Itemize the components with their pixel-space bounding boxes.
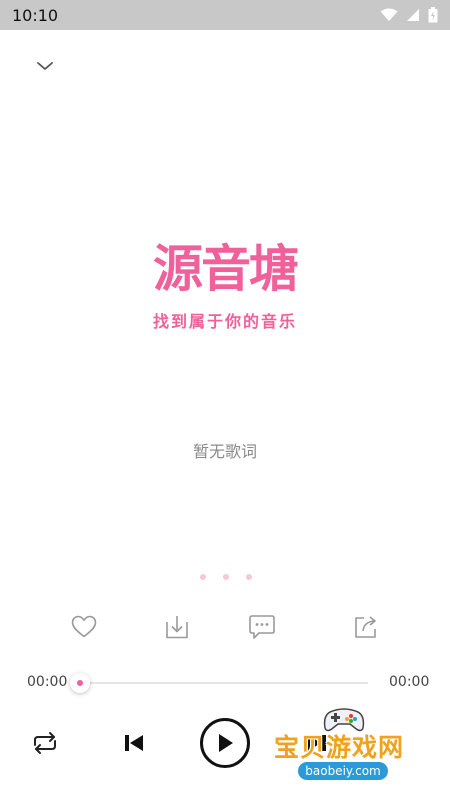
page-dot[interactable] — [223, 574, 229, 580]
repeat-icon — [34, 732, 56, 754]
chevron-down-icon — [37, 62, 53, 70]
seek-bar[interactable] — [80, 682, 368, 684]
logo-tagline: 找到属于你的音乐 — [152, 312, 297, 331]
page-dot[interactable] — [200, 574, 206, 580]
progress-row: 00:00 00:00 — [0, 670, 450, 696]
favorite-button[interactable] — [69, 612, 99, 642]
page-dot[interactable] — [246, 574, 252, 580]
app-logo: 源音塘 找到属于你的音乐 — [130, 238, 320, 338]
share-button[interactable] — [351, 612, 381, 642]
play-button[interactable] — [200, 718, 250, 768]
page-indicator — [200, 574, 252, 580]
heart-icon — [71, 615, 97, 638]
share-icon — [355, 616, 376, 638]
seek-thumb[interactable] — [70, 673, 90, 693]
watermark: 宝贝游戏网 baobeiy.com — [274, 706, 424, 786]
download-button[interactable] — [162, 612, 192, 642]
comment-icon — [249, 615, 275, 639]
comment-button[interactable] — [247, 612, 277, 642]
status-icons — [380, 7, 438, 23]
action-row — [0, 612, 450, 644]
collapse-button[interactable] — [30, 54, 60, 78]
status-bar: 10:10 — [0, 0, 450, 30]
previous-button[interactable] — [120, 730, 148, 756]
current-time: 00:00 — [27, 674, 68, 690]
repeat-button[interactable] — [30, 730, 60, 756]
total-time: 00:00 — [389, 674, 430, 690]
skip-previous-icon — [125, 735, 143, 751]
watermark-url: baobeiy.com — [298, 762, 388, 780]
lyrics-placeholder: 暂无歌词 — [192, 442, 257, 461]
signal-icon — [407, 9, 419, 21]
status-time: 10:10 — [12, 5, 59, 25]
battery-icon — [428, 7, 438, 23]
download-icon — [166, 616, 188, 639]
play-icon — [219, 734, 233, 752]
wifi-icon — [380, 8, 398, 21]
logo-title: 源音塘 — [153, 240, 299, 298]
watermark-text: 宝贝游戏网 — [274, 733, 405, 762]
